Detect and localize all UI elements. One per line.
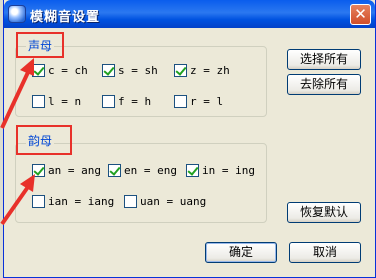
title-bar[interactable]: 模糊音设置 ✕ xyxy=(4,0,375,28)
checkbox-r-l[interactable]: r = l xyxy=(174,93,223,109)
checkbox-label: c = ch xyxy=(48,63,88,77)
checkbox-ian-iang[interactable]: ian = iang xyxy=(32,193,114,209)
checkbox-label: s = sh xyxy=(118,63,158,77)
checkbox-label: l = n xyxy=(48,94,82,108)
checkbox-box[interactable] xyxy=(174,94,187,108)
checkbox-label: f = h xyxy=(118,94,152,108)
close-button[interactable]: ✕ xyxy=(350,4,371,25)
checkbox-label: z = zh xyxy=(190,63,230,77)
yunmu-group xyxy=(15,143,267,223)
checkbox-box[interactable] xyxy=(108,163,121,177)
checkbox-c-ch[interactable]: c = ch xyxy=(32,62,88,78)
cancel-button[interactable]: 取消 xyxy=(289,242,361,263)
checkbox-box[interactable] xyxy=(124,194,137,208)
checkbox-z-zh[interactable]: z = zh xyxy=(174,62,230,78)
checkbox-label: en = eng xyxy=(124,163,177,177)
checkbox-box[interactable] xyxy=(174,63,187,77)
close-icon: ✕ xyxy=(354,5,367,23)
checkbox-label: uan = uang xyxy=(140,194,207,208)
arrow-to-shengmu xyxy=(0,58,34,129)
fuzzy-pinyin-dialog: 模糊音设置 ✕ 声母 c = ch s = sh z = zh l = n f … xyxy=(3,0,376,278)
checkbox-label: in = ing xyxy=(202,163,255,177)
select-all-button[interactable]: 选择所有 xyxy=(287,49,361,70)
checkbox-an-ang[interactable]: an = ang xyxy=(32,162,101,178)
app-icon xyxy=(8,5,26,23)
checkbox-uan-uang[interactable]: uan = uang xyxy=(124,193,206,209)
checkbox-f-h[interactable]: f = h xyxy=(102,93,151,109)
checkbox-box[interactable] xyxy=(102,94,115,108)
checkbox-s-sh[interactable]: s = sh xyxy=(102,62,158,78)
ok-button[interactable]: 确定 xyxy=(205,242,277,263)
checkbox-label: an = ang xyxy=(48,163,101,177)
checkbox-en-eng[interactable]: en = eng xyxy=(108,162,177,178)
arrow-to-yunmu xyxy=(0,174,35,226)
checkbox-label: r = l xyxy=(190,94,224,108)
dialog-title: 模糊音设置 xyxy=(30,10,101,25)
clear-all-button[interactable]: 去除所有 xyxy=(287,74,361,95)
restore-default-button[interactable]: 恢复默认 xyxy=(287,202,361,223)
yunmu-title: 韵母 xyxy=(26,132,55,149)
checkbox-in-ing[interactable]: in = ing xyxy=(186,162,255,178)
checkbox-box[interactable] xyxy=(102,63,115,77)
checkbox-box[interactable] xyxy=(186,163,199,177)
checkbox-label: ian = iang xyxy=(48,194,115,208)
